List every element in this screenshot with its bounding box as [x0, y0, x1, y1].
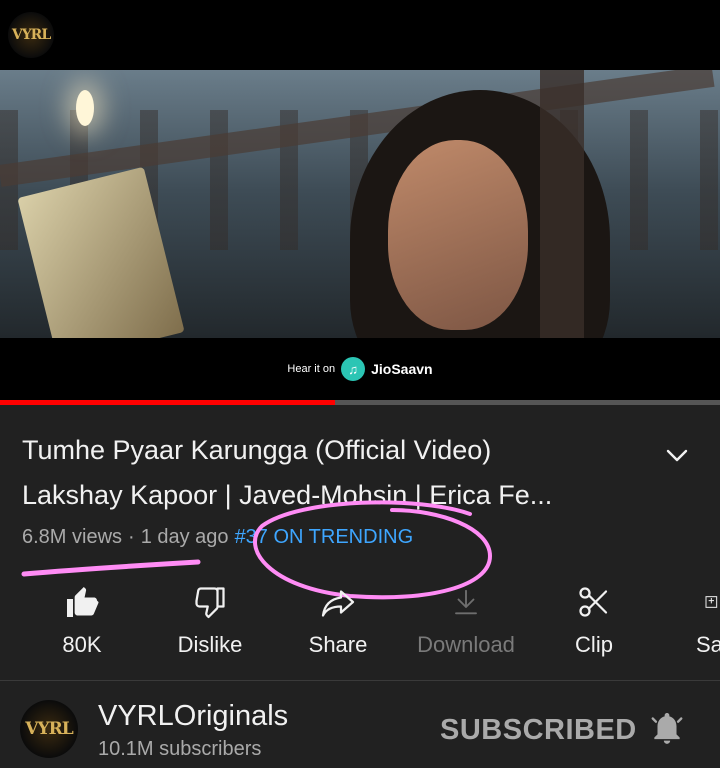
top-bar: VYRL — [0, 0, 720, 70]
like-count: 80K — [62, 632, 102, 657]
share-label: Share — [308, 632, 368, 657]
dislike-button[interactable]: Dislike — [155, 582, 265, 658]
channel-logo-overlay[interactable]: VYRL — [8, 12, 54, 58]
download-icon — [455, 589, 477, 615]
download-label: Download — [417, 632, 515, 657]
dislike-label: Dislike — [177, 632, 243, 657]
section-divider — [0, 680, 720, 681]
clip-label: Clip — [575, 632, 613, 657]
save-icon — [705, 596, 718, 608]
jiosaavn-banner[interactable]: Hear it on ♫ JioSaavn — [0, 338, 720, 400]
subscribed-button[interactable]: SUBSCRIBED — [440, 714, 637, 747]
clip-button[interactable]: Clip — [539, 582, 649, 658]
save-button[interactable]: Sa — [667, 582, 720, 658]
video-progress-fill — [0, 400, 335, 405]
like-button[interactable]: 80K — [27, 582, 137, 658]
video-title[interactable]: Tumhe Pyaar Karungga (Official Video) La… — [22, 428, 642, 518]
jiosaavn-name: JioSaavn — [371, 361, 433, 377]
video-frame-person-face — [388, 140, 528, 330]
scissors-icon — [579, 587, 608, 617]
upload-age: 1 day ago — [140, 526, 229, 548]
logo-text: VYRL — [11, 27, 51, 43]
trending-badge[interactable]: #37 ON TRENDING — [235, 526, 414, 549]
video-frame-lamp — [76, 90, 94, 126]
channel-avatar[interactable]: VYRL — [20, 700, 78, 758]
download-button[interactable]: Download — [411, 582, 521, 658]
video-progress-bar[interactable] — [0, 400, 720, 405]
jiosaavn-logo-icon: ♫ — [341, 357, 366, 381]
share-button[interactable]: Share — [283, 582, 393, 658]
meta-separator: · — [128, 526, 135, 548]
channel-name[interactable]: VYRLOriginals — [98, 700, 288, 733]
video-metadata[interactable]: 6.8M views · 1 day ago #37 ON TRENDING — [22, 526, 413, 549]
thumbs-up-filled-icon — [67, 587, 99, 617]
save-label: Sa — [696, 632, 720, 657]
chevron-down-icon[interactable] — [662, 440, 692, 470]
view-count: 6.8M views — [22, 526, 123, 548]
share-icon — [321, 590, 355, 617]
bell-icon[interactable] — [648, 708, 686, 748]
video-player[interactable] — [0, 70, 720, 338]
subscriber-count: 10.1M subscribers — [98, 738, 262, 760]
avatar-logo-text: VYRL — [25, 719, 73, 739]
hear-it-on-text: Hear it on — [287, 363, 336, 375]
video-frame-post — [540, 70, 584, 338]
action-bar: 80K Dislike Share Download Clip Sa — [0, 582, 720, 672]
thumbs-down-icon — [195, 587, 225, 619]
